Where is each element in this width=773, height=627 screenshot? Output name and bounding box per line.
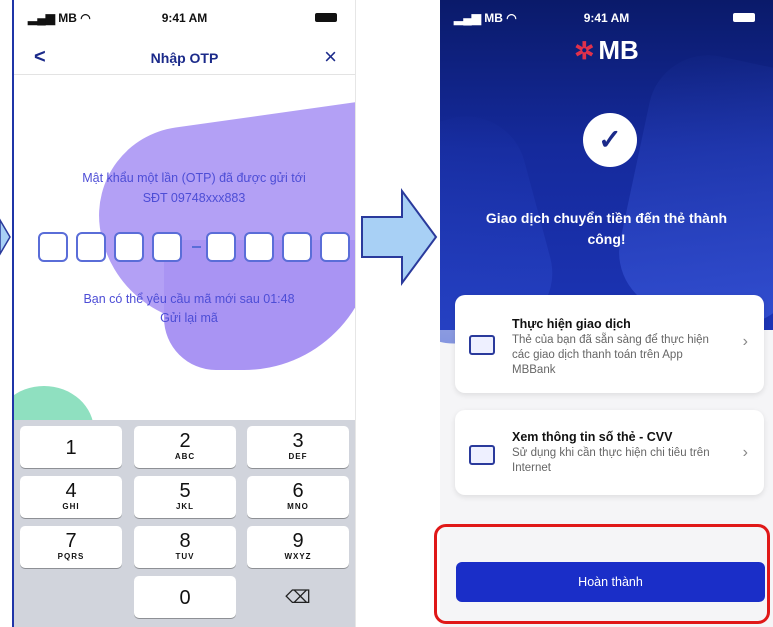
otp-digit-input[interactable] bbox=[114, 232, 144, 262]
key-6[interactable]: 6 MNO bbox=[247, 476, 349, 518]
card-title: Xem thông tin số thẻ - CVV bbox=[512, 430, 673, 444]
otp-input-group[interactable] bbox=[38, 232, 355, 264]
key-7[interactable]: 7 PQRS bbox=[20, 526, 122, 568]
battery-icon bbox=[733, 13, 755, 22]
frame-border bbox=[0, 0, 14, 627]
card-view-cvv[interactable]: Xem thông tin số thẻ - CVV Sử dụng khi c… bbox=[455, 410, 764, 495]
mb-logo: ✲ MB bbox=[574, 35, 639, 65]
otp-digit-input[interactable] bbox=[76, 232, 106, 262]
key-4[interactable]: 4 GHI bbox=[20, 476, 122, 518]
key-5[interactable]: 5 JKL bbox=[134, 476, 236, 518]
backspace-icon[interactable]: ⌫ bbox=[247, 576, 349, 618]
clock: 9:41 AM bbox=[161, 11, 208, 25]
card-description: Thẻ của bạn đã sẵn sàng để thực hiện các… bbox=[512, 334, 709, 376]
key-9[interactable]: 9 WXYZ bbox=[247, 526, 349, 568]
otp-screen: ▂▄▆ MB ◠ 9:41 AM < Nhập OTP × Mật khẩu m… bbox=[14, 0, 356, 627]
key-2[interactable]: 2 ABC bbox=[134, 426, 236, 468]
battery-icon bbox=[315, 13, 337, 22]
card-make-transaction[interactable]: Thực hiện giao dịch Thẻ của bạn đã sẵn s… bbox=[455, 295, 764, 393]
resend-info: Bạn có thể yêu cầu mã mới sau 01:48 Gửi … bbox=[64, 290, 314, 328]
flow-arrow-icon bbox=[0, 218, 11, 256]
card-description: Sử dụng khi cần thực hiện chi tiêu trên … bbox=[512, 447, 710, 474]
numeric-keypad: 1 2 ABC 3 DEF 4 GHI 5 JKL 6 MNO 7 PQRS 8 TUV 9W… bbox=[14, 420, 355, 627]
key-3[interactable]: 3 DEF bbox=[247, 426, 349, 468]
star-logo-icon: ✲ bbox=[574, 38, 595, 65]
chevron-right-icon: › bbox=[742, 333, 748, 350]
otp-digit-input[interactable] bbox=[320, 232, 350, 262]
otp-digit-input[interactable] bbox=[38, 232, 68, 262]
resend-link[interactable]: Gửi lại mã bbox=[64, 309, 314, 328]
card-cvv-icon bbox=[469, 445, 495, 465]
close-icon[interactable]: × bbox=[324, 44, 337, 70]
key-8[interactable]: 8 TUV bbox=[134, 526, 236, 568]
nav-bar: < Nhập OTP × bbox=[14, 38, 355, 75]
success-title: Giao dịch chuyển tiền đến thẻ thành công… bbox=[485, 210, 728, 247]
otp-digit-input[interactable] bbox=[282, 232, 312, 262]
card-check-icon bbox=[469, 335, 495, 355]
otp-digit-input[interactable] bbox=[206, 232, 236, 262]
decorative-shape bbox=[607, 44, 773, 336]
done-button[interactable]: Hoàn thành bbox=[456, 562, 765, 602]
clock: 9:41 AM bbox=[583, 11, 630, 25]
otp-digit-input[interactable] bbox=[244, 232, 274, 262]
card-title: Thực hiện giao dịch bbox=[512, 317, 631, 331]
status-bar: ▂▄▆ MB ◠ 9:41 AM bbox=[440, 0, 773, 30]
chevron-right-icon: › bbox=[742, 444, 748, 461]
otp-separator bbox=[192, 246, 201, 248]
page-title: Nhập OTP bbox=[150, 50, 219, 66]
key-0[interactable]: 0 bbox=[134, 576, 236, 618]
check-icon: ✓ bbox=[583, 113, 637, 167]
flow-arrow-icon bbox=[361, 187, 438, 287]
key-1[interactable]: 1 bbox=[20, 426, 122, 468]
otp-digit-input[interactable] bbox=[152, 232, 182, 262]
otp-message: Mật khẩu một lần (OTP) đã được gửi tới S… bbox=[82, 171, 306, 205]
hero-banner: ▂▄▆ MB ◠ 9:41 AM ✲ MB ✓ Giao dịch chuyển … bbox=[440, 0, 773, 357]
resend-countdown: Bạn có thể yêu cầu mã mới sau 01:48 bbox=[83, 292, 295, 306]
status-bar: ▂▄▆ MB ◠ 9:41 AM bbox=[14, 0, 355, 30]
